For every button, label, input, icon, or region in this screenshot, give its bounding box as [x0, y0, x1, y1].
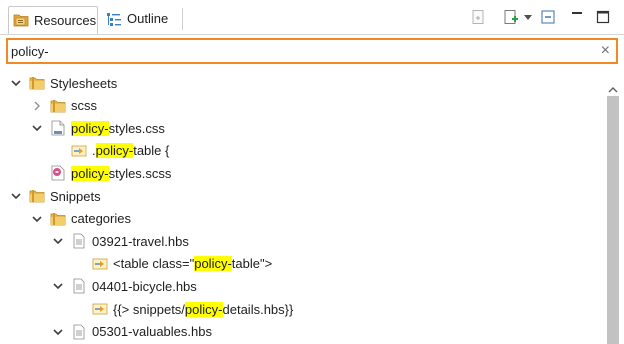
resources-folder-icon	[13, 12, 29, 28]
tree-row-label-match: policy-	[71, 120, 109, 136]
hbs-file-icon	[71, 324, 87, 340]
folder-icon	[50, 211, 66, 227]
tree-row[interactable]: 03921-travel.hbs	[51, 230, 189, 252]
tree-row-label-suffix: 05301-valuables.hbs	[92, 324, 212, 340]
css-rule-icon	[71, 143, 87, 159]
filter-search-box: ×	[6, 38, 618, 64]
tree-row[interactable]: policy-styles.css	[30, 117, 165, 139]
tree-row[interactable]: categories	[30, 208, 131, 230]
tree-row[interactable]: Snippets	[9, 185, 101, 207]
tree-row-label: {{> snippets/policy-details.hbs}}	[113, 301, 294, 317]
tree-row[interactable]: 05301-valuables.hbs	[51, 321, 212, 343]
hbs-file-icon	[71, 233, 87, 249]
dropdown-arrow-icon[interactable]	[520, 9, 536, 25]
folder-icon	[29, 188, 45, 204]
tab-divider	[182, 8, 183, 30]
tree-row[interactable]: policy-styles.scss	[30, 162, 171, 184]
tree-row-label: 04401-bicycle.hbs	[92, 279, 197, 294]
tree-row[interactable]: 04401-bicycle.hbs	[51, 275, 197, 297]
scroll-up-arrow-icon[interactable]	[608, 82, 618, 97]
snippet-match-icon	[92, 301, 108, 317]
tree-row[interactable]: .policy-table {	[51, 140, 169, 162]
new-file-icon[interactable]	[503, 9, 519, 25]
tree-row-label-suffix: details.hbs}}	[222, 301, 294, 317]
vertical-scrollbar[interactable]	[604, 72, 622, 344]
folder-icon	[50, 98, 66, 114]
tree-row-label-suffix: scss	[71, 98, 97, 114]
tab-resources[interactable]: Resources	[8, 6, 98, 34]
expand-chevron-down-icon[interactable]	[30, 121, 44, 135]
tree-row-label-suffix: table {	[133, 143, 170, 159]
scrollbar-thumb[interactable]	[607, 96, 619, 344]
link-with-editor-icon[interactable]	[471, 9, 487, 25]
tree-row-label: 05301-valuables.hbs	[92, 324, 212, 339]
view-tab-bar: Resources Outline	[0, 0, 624, 35]
expand-chevron-down-icon[interactable]	[51, 325, 65, 339]
tree-row[interactable]: {{> snippets/policy-details.hbs}}	[72, 298, 293, 320]
tree-row-label: policy-styles.css	[71, 120, 165, 136]
minimize-icon[interactable]	[569, 9, 585, 25]
clear-filter-icon[interactable]: ×	[601, 41, 610, 61]
tree-row-label-match: policy-	[95, 143, 134, 159]
tree-row-label-suffix: 04401-bicycle.hbs	[92, 278, 197, 294]
expand-chevron-right-icon[interactable]	[30, 99, 44, 113]
tree-row-label-prefix: {{> snippets/	[113, 301, 185, 317]
expand-chevron-down-icon[interactable]	[51, 234, 65, 248]
tree-row-label-suffix: styles.scss	[108, 165, 172, 181]
tree-row-label-suffix: 03921-travel.hbs	[92, 233, 189, 249]
expand-chevron-down-icon[interactable]	[51, 279, 65, 293]
expand-chevron-down-icon[interactable]	[30, 212, 44, 226]
tree-row[interactable]: scss	[30, 95, 97, 117]
tree-row-label-suffix: styles.css	[108, 120, 165, 136]
collapse-all-icon[interactable]	[540, 9, 556, 25]
tree-row-label: .policy-table {	[92, 143, 170, 159]
tree-row-label: categories	[71, 211, 131, 226]
resource-tree: Stylesheets scss policy-styles.css .policy-…	[0, 72, 604, 344]
tree-row-label-match: policy-	[71, 165, 109, 181]
tree-row-label-suffix: table">	[231, 256, 273, 272]
tree-row-label: 03921-travel.hbs	[92, 234, 189, 249]
folder-icon	[29, 75, 45, 91]
tree-row-label: Snippets	[50, 189, 101, 204]
tree-row-label: <table class="policy-table">	[113, 256, 273, 272]
tab-outline[interactable]: Outline	[102, 5, 182, 32]
tab-outline-label: Outline	[127, 11, 169, 26]
tab-resources-label: Resources	[34, 12, 97, 28]
filter-input[interactable]	[11, 42, 591, 60]
tree-row-label-match: policy-	[184, 301, 223, 317]
hbs-file-icon	[71, 278, 87, 294]
tree-row-label: scss	[71, 98, 97, 113]
tree-row[interactable]: <table class="policy-table">	[72, 253, 272, 275]
tree-row-label: Stylesheets	[50, 76, 117, 91]
snippet-match-icon	[92, 256, 108, 272]
expand-chevron-down-icon[interactable]	[9, 76, 23, 90]
tree-row-label-prefix: <table class="	[113, 256, 195, 272]
scss-file-icon	[50, 165, 66, 181]
tree-row-label: policy-styles.scss	[71, 165, 172, 181]
outline-icon	[106, 11, 122, 27]
maximize-icon[interactable]	[595, 9, 611, 25]
tree-row-label-suffix: Stylesheets	[50, 75, 118, 91]
css-file-icon	[50, 120, 66, 136]
tree-row-label-suffix: Snippets	[50, 188, 101, 204]
tree-row[interactable]: Stylesheets	[9, 72, 117, 94]
tree-row-label-match: policy-	[194, 256, 232, 272]
tree-row-label-suffix: categories	[71, 211, 131, 227]
expand-chevron-down-icon[interactable]	[9, 189, 23, 203]
